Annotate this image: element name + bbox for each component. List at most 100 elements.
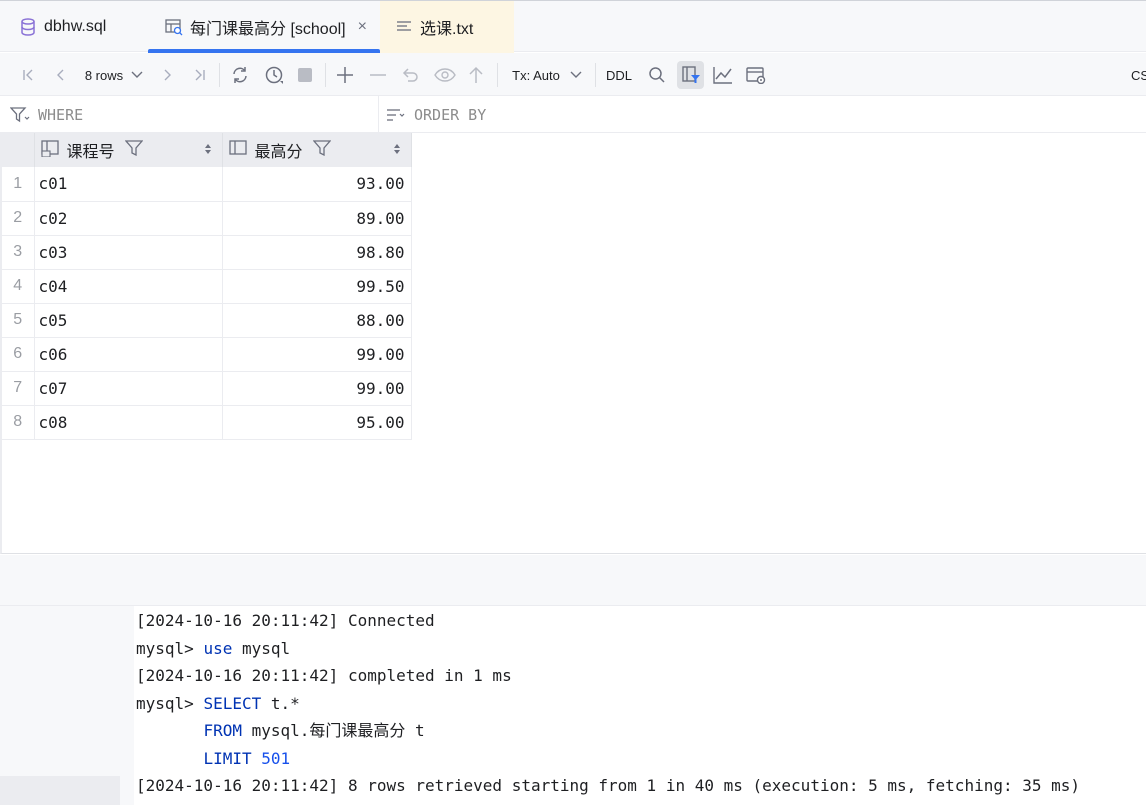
current-line-marker (0, 776, 120, 805)
cell-score[interactable]: 89.00 (222, 201, 412, 236)
tab-label: 选课.txt (420, 21, 474, 38)
row-number: 5 (2, 303, 35, 338)
sql-keyword: use (203, 638, 233, 658)
last-page-icon[interactable] (188, 63, 210, 87)
rows-label: 8 rows (84, 67, 124, 83)
table-row[interactable]: 2 c02 89.00 (2, 201, 412, 236)
filter-icon[interactable] (124, 139, 143, 161)
row-number-header (2, 133, 35, 167)
column-header-course[interactable]: 课程号 (34, 133, 223, 167)
table-row[interactable]: 3 c03 98.80 (2, 235, 412, 270)
close-icon[interactable]: × (358, 18, 367, 36)
search-icon[interactable] (646, 63, 668, 87)
cell-score[interactable]: 99.00 (222, 371, 412, 406)
prompt: mysql> (136, 693, 194, 713)
column-header-max-score[interactable]: 最高分 (222, 133, 412, 167)
table-row[interactable]: 1 c01 93.00 (2, 167, 412, 202)
cell-course[interactable]: c04 (34, 269, 223, 304)
sql-number: 501 (261, 748, 291, 768)
transaction-mode-dropdown[interactable]: Tx: Auto (508, 63, 586, 87)
cell-score[interactable]: 95.00 (222, 405, 412, 440)
first-page-icon[interactable] (18, 63, 40, 87)
table-row[interactable]: 7 c07 99.00 (2, 371, 412, 406)
cell-course[interactable]: c03 (34, 235, 223, 270)
filter-icon[interactable] (312, 139, 331, 161)
prompt: mysql> (136, 638, 194, 658)
chart-icon[interactable] (711, 63, 735, 87)
cell-score[interactable]: 99.00 (222, 337, 412, 372)
ddl-label: DDL (605, 67, 632, 83)
table-row[interactable]: 8 c08 95.00 (2, 405, 412, 440)
sql-text: t.* (270, 693, 300, 713)
row-number: 3 (2, 235, 35, 270)
next-page-icon[interactable] (156, 63, 178, 87)
console-line: [2024-10-16 20:11:42] 8 rows retrieved s… (136, 772, 1146, 800)
order-by-input[interactable]: ORDER BY (386, 96, 486, 133)
sql-keyword: LIMIT (203, 748, 252, 768)
cell-score[interactable]: 99.50 (222, 269, 412, 304)
cell-course[interactable]: c07 (34, 371, 223, 406)
console-line: mysql> SELECT t.* (136, 690, 1146, 718)
table-view-icon (164, 17, 184, 37)
ddl-button[interactable]: DDL (603, 63, 635, 87)
rows-per-page-dropdown[interactable]: 8 rows (80, 63, 148, 87)
refresh-icon[interactable] (228, 63, 252, 87)
column-label: 课程号 (66, 144, 115, 161)
column-icon (40, 139, 61, 162)
history-icon[interactable] (262, 63, 286, 87)
submit-icon[interactable] (465, 63, 487, 87)
column-label: 最高分 (254, 144, 303, 161)
preview-changes-icon[interactable] (433, 63, 457, 87)
console-output[interactable]: [2024-10-16 20:11:42] Connected mysql> us… (136, 607, 1146, 800)
tab-dbhw-sql[interactable]: dbhw.sql (18, 1, 106, 53)
column-icon (228, 139, 249, 162)
cell-course[interactable]: c06 (34, 337, 223, 372)
cell-course[interactable]: c02 (34, 201, 223, 236)
tab-query-result[interactable]: 每门课最高分 [school] × (148, 1, 380, 53)
timestamp: [2024-10-16 20:11:42] (136, 611, 339, 630)
where-label: WHERE (38, 105, 84, 124)
console-line: [2024-10-16 20:11:42] Connected (136, 607, 1146, 635)
order-by-label: ORDER BY (414, 105, 487, 124)
console-line: LIMIT 501 (136, 745, 1146, 773)
cell-course[interactable]: c01 (34, 167, 223, 202)
view-settings-icon[interactable] (744, 63, 768, 87)
sort-icon (386, 107, 406, 123)
cell-score[interactable]: 98.80 (222, 235, 412, 270)
panel-divider (0, 555, 1146, 606)
where-filter-input[interactable]: WHERE (10, 96, 83, 133)
tx-label: Tx: Auto (512, 67, 560, 83)
database-icon (18, 17, 38, 37)
row-number: 1 (2, 167, 35, 202)
filter-view-icon[interactable] (677, 61, 704, 89)
filter-icon (10, 106, 30, 123)
row-number: 6 (2, 337, 35, 372)
cell-course[interactable]: c08 (34, 405, 223, 440)
result-toolbar: 8 rows Tx: Auto DDL CS (0, 53, 1146, 96)
sort-arrows-icon[interactable] (204, 143, 212, 158)
sort-arrows-icon[interactable] (393, 143, 401, 158)
table-row[interactable]: 4 c04 99.50 (2, 269, 412, 304)
export-format-button[interactable]: CS (1131, 63, 1146, 87)
cell-course[interactable]: c05 (34, 303, 223, 338)
revert-icon[interactable] (399, 63, 421, 87)
add-row-icon[interactable] (334, 63, 356, 87)
result-grid: 课程号 最高分 1 c01 93.00 2 c02 89.00 3 c03 98… (0, 133, 1146, 554)
export-format-label: CS (1131, 67, 1146, 83)
tab-label: 每门课最高分 [school] (190, 21, 346, 38)
delete-row-icon[interactable] (367, 63, 389, 87)
chevron-down-icon (131, 71, 143, 78)
result-table: 课程号 最高分 1 c01 93.00 2 c02 89.00 3 c03 98… (2, 133, 412, 440)
row-number: 2 (2, 201, 35, 236)
prev-page-icon[interactable] (50, 63, 72, 87)
timestamp: [2024-10-16 20:11:42] (136, 776, 339, 795)
table-row[interactable]: 6 c06 99.00 (2, 337, 412, 372)
stop-icon[interactable] (294, 63, 316, 87)
tab-xuanke-txt[interactable]: 选课.txt (380, 1, 514, 53)
filter-row: WHERE ORDER BY (0, 96, 1146, 133)
cell-score[interactable]: 88.00 (222, 303, 412, 338)
tab-label: dbhw.sql (44, 18, 107, 35)
table-row[interactable]: 5 c05 88.00 (2, 303, 412, 338)
cell-score[interactable]: 93.00 (222, 167, 412, 202)
console-line: mysql> use mysql (136, 635, 1146, 663)
